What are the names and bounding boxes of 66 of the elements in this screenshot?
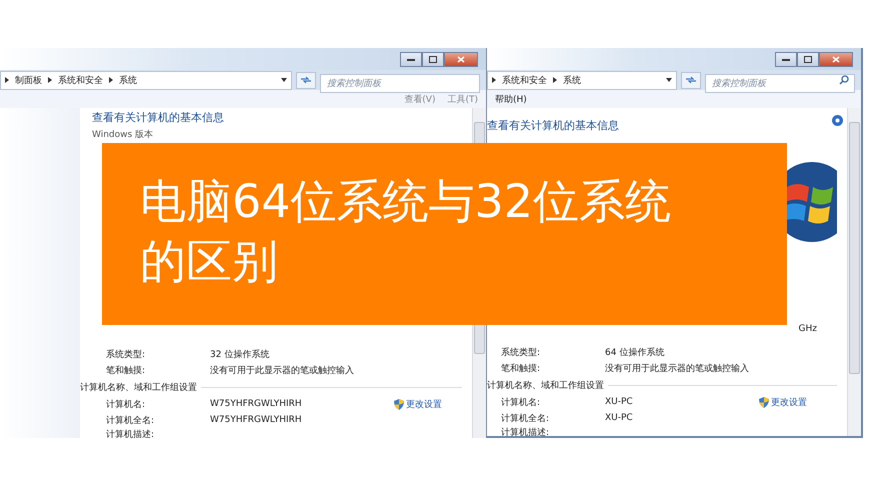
refresh-icon — [300, 75, 312, 85]
page-heading: 查看有关计算机的基本信息 — [487, 118, 619, 133]
property-label: 计算机名: — [501, 396, 542, 408]
address-bar[interactable]: 系统和安全 系统 — [487, 70, 677, 90]
property-label: 计算机全名: — [106, 414, 156, 426]
breadcrumb-arrow-icon — [109, 77, 113, 83]
maximize-button[interactable] — [422, 52, 444, 66]
change-settings-link[interactable]: 更改设置 — [394, 398, 442, 410]
breadcrumb-item[interactable]: 制面板 — [15, 74, 42, 86]
refresh-button[interactable] — [296, 72, 316, 88]
breadcrumb-item[interactable]: 系统 — [563, 74, 581, 86]
breadcrumb-item[interactable]: 系统 — [119, 74, 137, 86]
maximize-icon — [429, 56, 437, 62]
dropdown-arrow-icon[interactable] — [666, 78, 672, 82]
breadcrumb-arrow-icon — [553, 77, 557, 83]
maximize-button[interactable] — [797, 52, 819, 66]
change-settings-link[interactable]: 更改设置 — [759, 396, 807, 408]
refresh-icon — [685, 75, 697, 85]
scrollbar[interactable] — [847, 108, 861, 436]
refresh-button[interactable] — [681, 72, 701, 88]
dropdown-arrow-icon[interactable] — [281, 78, 287, 82]
property-value: 64 位操作系统 — [605, 346, 664, 358]
processor-speed: GHz — [798, 324, 817, 334]
minimize-button[interactable] — [400, 52, 422, 66]
property-value: W75YHFRGWLYHIRH — [210, 415, 302, 425]
property-value: 没有可用于此显示器的笔或触控输入 — [210, 364, 354, 376]
banner-title: 的区别 — [140, 233, 278, 290]
shield-icon — [394, 398, 404, 410]
address-bar[interactable]: 制面板 系统和安全 系统 — [0, 70, 292, 90]
close-button[interactable] — [444, 52, 478, 66]
breadcrumb-arrow-icon — [5, 77, 9, 83]
search-field[interactable]: 搜索控制面板 — [320, 74, 480, 93]
section-title: 计算机名称、域和工作组设置 — [80, 382, 197, 394]
help-icon[interactable] — [832, 115, 843, 126]
property-value: XU-PC — [605, 397, 633, 407]
search-field[interactable]: 搜索控制面板 — [705, 74, 855, 93]
maximize-icon — [804, 56, 812, 62]
property-label: 计算机名: — [106, 398, 146, 410]
search-icon — [839, 74, 849, 84]
breadcrumb-item[interactable]: 系统和安全 — [502, 74, 547, 86]
property-label: 计算机描述: — [501, 426, 550, 436]
shield-icon — [759, 396, 769, 408]
close-icon — [832, 56, 840, 62]
property-value: W75YHFRGWLYHIRH — [210, 399, 302, 409]
close-button[interactable] — [819, 52, 853, 66]
section-label: Windows 版本 — [92, 128, 154, 141]
property-label: 系统类型: — [106, 348, 146, 360]
banner-title: 电脑64位系统与32位系统 — [140, 173, 672, 230]
property-label: 计算机描述: — [106, 428, 156, 438]
breadcrumb-item[interactable]: 系统和安全 — [58, 74, 103, 86]
minimize-button[interactable] — [775, 52, 797, 66]
breadcrumb-arrow-icon — [48, 77, 52, 83]
minimize-icon — [407, 57, 415, 61]
property-label: 笔和触摸: — [106, 364, 146, 376]
section-title: 计算机名称、域和工作组设置 — [487, 380, 604, 392]
menu-item[interactable]: 帮助(H) — [495, 92, 527, 106]
property-label: 计算机全名: — [501, 412, 550, 424]
property-value: 32 位操作系统 — [210, 348, 270, 360]
property-label: 笔和触摸: — [501, 362, 542, 374]
breadcrumb-arrow-icon — [492, 77, 496, 83]
close-icon — [457, 56, 465, 62]
minimize-icon — [782, 57, 790, 61]
property-label: 系统类型: — [501, 346, 542, 358]
property-value: XU-PC — [605, 413, 633, 423]
page-heading: 查看有关计算机的基本信息 — [92, 110, 224, 125]
property-value: 没有可用于此显示器的笔或触控输入 — [605, 362, 749, 374]
